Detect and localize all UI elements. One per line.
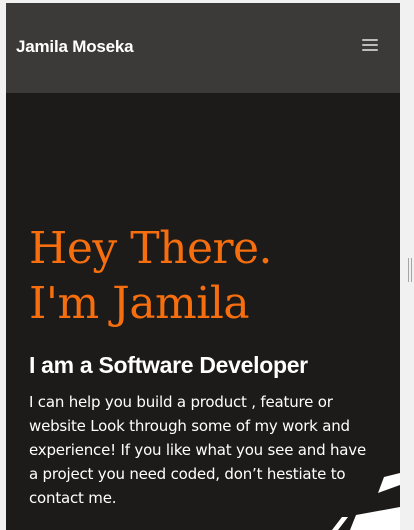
hamburger-menu-icon[interactable] xyxy=(360,36,382,56)
hero-subtitle: I am a Software Developer xyxy=(29,352,308,378)
hero-description: I can help you build a product , feature… xyxy=(29,393,366,507)
decorative-stripe-3 xyxy=(378,473,400,493)
decorative-stripe-2 xyxy=(350,507,400,530)
menu-bar-middle xyxy=(362,44,378,46)
menu-bar-top xyxy=(362,39,378,41)
decorative-stripe-1 xyxy=(332,517,348,530)
menu-bar-bottom xyxy=(362,49,378,51)
hero-heading-line-1: Hey There. xyxy=(29,223,273,274)
page-frame: Jamila Moseka Hey There. I'm Jamila I am… xyxy=(6,3,400,530)
brand-name[interactable]: Jamila Moseka xyxy=(16,37,134,57)
scrollbar-grip[interactable] xyxy=(408,258,412,282)
hero-heading: Hey There. I'm Jamila xyxy=(29,221,273,331)
navbar: Jamila Moseka xyxy=(6,3,400,93)
hero-heading-line-2: I'm Jamila xyxy=(29,278,250,329)
